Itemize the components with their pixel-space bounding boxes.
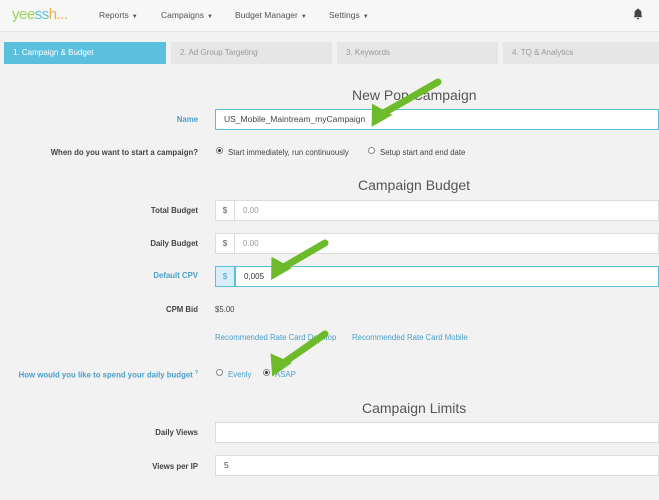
arrow-icon <box>371 78 442 127</box>
start-immediately-label[interactable]: Start immediately, run continuously <box>228 148 349 157</box>
total-budget-currency: $ <box>215 200 235 221</box>
spend-label-text: How would you like to spend your daily b… <box>18 370 193 380</box>
views-per-ip-input[interactable]: 5 <box>215 455 659 476</box>
default-cpv-label: Default CPV <box>153 271 198 280</box>
logo-text-part3: h... <box>48 6 68 23</box>
caret-down-icon: ▼ <box>131 14 138 20</box>
arrow-icon <box>271 239 329 281</box>
nav-budget-manager-label: Budget Manager <box>235 10 298 20</box>
spend-evenly-radio[interactable] <box>216 369 223 376</box>
step-tq-analytics[interactable]: 4. TQ & Analytics <box>503 42 659 64</box>
caret-down-icon: ▼ <box>300 14 307 20</box>
budget-section-title: Campaign Budget <box>358 177 471 193</box>
caret-down-icon: ▼ <box>362 14 369 20</box>
spend-evenly-label[interactable]: Evenly <box>228 370 251 379</box>
nav-reports[interactable]: Reports ▼ <box>99 10 138 20</box>
help-icon[interactable]: ? <box>195 370 198 376</box>
total-budget-input[interactable]: 0.00 <box>235 200 659 221</box>
rate-card-mobile-link[interactable]: Recommended Rate Card Mobile <box>352 333 468 342</box>
start-immediately-radio[interactable] <box>216 147 223 154</box>
bell-icon[interactable] <box>633 8 643 20</box>
start-label: When do you want to start a campaign? <box>50 148 198 157</box>
logo-text-part1: yee <box>12 6 35 23</box>
daily-budget-label: Daily Budget <box>150 239 198 248</box>
nav-settings-label: Settings <box>329 10 360 20</box>
nav-campaigns[interactable]: Campaigns ▼ <box>161 10 213 20</box>
top-navbar: yeessh... Reports ▼ Campaigns ▼ Budget Man… <box>0 0 659 32</box>
setup-dates-label[interactable]: Setup start and end date <box>380 148 465 157</box>
total-budget-label: Total Budget <box>150 206 198 215</box>
nav-budget-manager[interactable]: Budget Manager ▼ <box>235 10 307 20</box>
daily-views-label: Daily Views <box>155 428 198 437</box>
views-per-ip-label: Views per IP <box>152 462 198 471</box>
name-label: Name <box>176 115 198 124</box>
step-keywords[interactable]: 3. Keywords <box>337 42 498 64</box>
wizard-steps: 1. Campaign & Budget 2. Ad Group Targeti… <box>4 42 659 64</box>
nav-settings[interactable]: Settings ▼ <box>329 10 369 20</box>
daily-budget-currency: $ <box>215 233 235 254</box>
cpm-bid-value: $5.00 <box>215 305 235 314</box>
nav-campaigns-label: Campaigns <box>161 10 204 20</box>
daily-views-input[interactable] <box>215 422 659 443</box>
brand-logo[interactable]: yeessh... <box>12 6 68 23</box>
limits-section-title: Campaign Limits <box>362 400 467 416</box>
step-ad-group-targeting[interactable]: 2. Ad Group Targeting <box>171 42 332 64</box>
spend-label: How would you like to spend your daily b… <box>8 370 198 380</box>
arrow-icon <box>270 330 329 377</box>
setup-dates-radio[interactable] <box>368 147 375 154</box>
nav-reports-label: Reports <box>99 10 129 20</box>
step-campaign-budget[interactable]: 1. Campaign & Budget <box>4 42 166 64</box>
default-cpv-currency: $ <box>215 266 235 287</box>
caret-down-icon: ▼ <box>207 14 213 20</box>
cpm-bid-label: CPM Bid <box>165 305 198 314</box>
logo-text-part2: ss <box>34 6 50 23</box>
